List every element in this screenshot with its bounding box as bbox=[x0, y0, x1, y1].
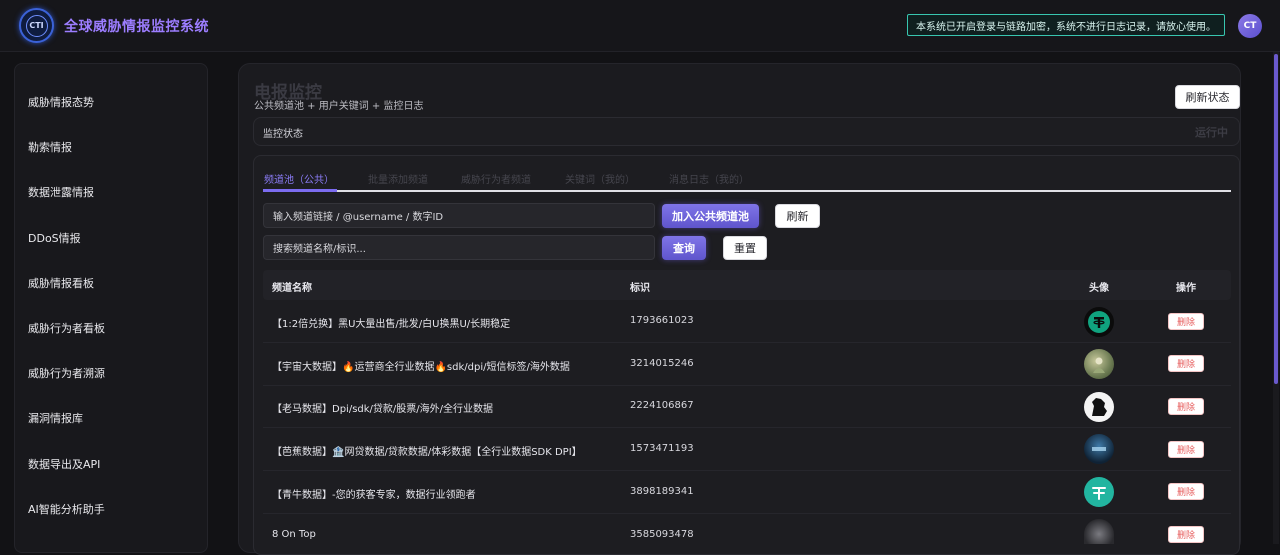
row-divider bbox=[263, 513, 1231, 514]
table-row-id: 2224106867 bbox=[630, 400, 694, 411]
table-row-id: 1573471193 bbox=[630, 443, 694, 454]
delete-button[interactable]: 删除 bbox=[1168, 313, 1204, 330]
table-row-name: 【芭蕉数据】🏦网贷数据/贷款数据/体彩数据【全行业数据SDK DPI】 bbox=[272, 447, 582, 458]
sidebar-item-ddos[interactable]: DDoS情报 bbox=[28, 230, 81, 246]
sidebar-item-vuln-db[interactable]: 漏洞情报库 bbox=[28, 410, 83, 426]
query-button[interactable]: 查询 bbox=[662, 236, 706, 260]
figure-image-icon bbox=[1093, 357, 1105, 373]
tab-message-log-mine[interactable]: 消息日志（我的） bbox=[669, 171, 749, 186]
column-header-name: 频道名称 bbox=[272, 283, 312, 294]
table-row-id: 3214015246 bbox=[630, 358, 694, 369]
channel-search-input[interactable]: 搜索频道名称/标识... bbox=[263, 235, 655, 260]
sidebar-item-data-leak[interactable]: 数据泄露情报 bbox=[28, 184, 94, 200]
row-divider bbox=[263, 427, 1231, 428]
row-divider bbox=[263, 342, 1231, 343]
column-header-id: 标识 bbox=[630, 283, 650, 294]
app-title: 全球威胁情报监控系统 bbox=[64, 19, 209, 35]
table-row-name: 【青牛数据】-您的获客专家，数据行业领跑者 bbox=[272, 490, 476, 501]
column-header-avatar: 头像 bbox=[1089, 283, 1109, 294]
table-row-name: 8 On Top bbox=[272, 529, 316, 540]
logo-text: CTI bbox=[25, 14, 48, 37]
channel-avatar bbox=[1084, 392, 1114, 422]
tether-icon bbox=[1088, 311, 1110, 333]
sidebar-item-ransomware[interactable]: 勒索情报 bbox=[28, 139, 72, 155]
table-row-id: 3585093478 bbox=[630, 529, 694, 540]
sidebar-item-threat-situation[interactable]: 威胁情报态势 bbox=[28, 94, 94, 110]
monitor-status-box bbox=[253, 117, 1240, 146]
channel-avatar bbox=[1084, 307, 1114, 337]
bull-logo-icon bbox=[1092, 487, 1106, 500]
sidebar-item-export-api[interactable]: 数据导出及API bbox=[28, 456, 100, 472]
sidebar bbox=[14, 63, 208, 553]
table-row-name: 【老马数据】Dpi/sdk/贷款/股票/海外/全行业数据 bbox=[272, 404, 494, 415]
row-divider bbox=[263, 470, 1231, 471]
monitor-status-label: 监控状态 bbox=[263, 129, 303, 140]
tab-threat-actor-channels[interactable]: 威胁行为者频道 bbox=[461, 171, 531, 186]
table-header bbox=[263, 270, 1231, 300]
security-notice: 本系统已开启登录与链路加密，系统不进行日志记录，请放心使用。 bbox=[907, 14, 1225, 36]
channel-link-input[interactable]: 输入频道链接 / @username / 数字ID bbox=[263, 203, 655, 228]
active-tab-indicator bbox=[263, 189, 337, 192]
tab-public-channel-pool[interactable]: 频道池（公共） bbox=[264, 171, 334, 186]
table-row-id: 3898189341 bbox=[630, 486, 694, 497]
table-row-id: 1793661023 bbox=[630, 315, 694, 326]
channel-avatar bbox=[1084, 434, 1114, 464]
tab-batch-add-channels[interactable]: 批量添加频道 bbox=[368, 171, 428, 186]
refresh-status-button[interactable]: 刷新状态 bbox=[1175, 85, 1240, 109]
reset-button[interactable]: 重置 bbox=[723, 236, 767, 260]
delete-button[interactable]: 删除 bbox=[1168, 483, 1204, 500]
delete-button[interactable]: 删除 bbox=[1168, 526, 1204, 543]
channel-avatar bbox=[1084, 519, 1114, 544]
page-scrollbar-thumb[interactable] bbox=[1274, 54, 1278, 384]
user-avatar[interactable]: CT bbox=[1238, 14, 1262, 38]
tab-keywords-mine[interactable]: 关键词（我的） bbox=[565, 171, 635, 186]
horse-silhouette-icon bbox=[1092, 398, 1107, 416]
delete-button[interactable]: 删除 bbox=[1168, 355, 1204, 372]
monitor-status-value: 运行中 bbox=[1195, 126, 1228, 139]
table-row-name: 【宇宙大数据】🔥运营商全行业数据🔥sdk/dpi/短信标签/海外数据 bbox=[272, 362, 570, 373]
tab-bar-underline bbox=[263, 190, 1231, 192]
channel-avatar bbox=[1084, 349, 1114, 379]
column-header-action: 操作 bbox=[1176, 283, 1196, 294]
app-logo[interactable]: CTI bbox=[19, 8, 54, 43]
table-row-name: 【1:2倍兑换】黑U大量出售/批发/白U换黑U/长期稳定 bbox=[272, 319, 511, 330]
sidebar-item-actor-trace[interactable]: 威胁行为者溯源 bbox=[28, 365, 105, 381]
row-divider bbox=[263, 385, 1231, 386]
refresh-button[interactable]: 刷新 bbox=[775, 204, 820, 228]
delete-button[interactable]: 删除 bbox=[1168, 398, 1204, 415]
channel-avatar bbox=[1084, 477, 1114, 507]
sidebar-item-ai-assistant[interactable]: AI智能分析助手 bbox=[28, 501, 105, 517]
page-subtitle: 公共频道池 + 用户关键词 + 监控日志 bbox=[254, 101, 424, 112]
data-logo-icon bbox=[1092, 447, 1106, 451]
delete-button[interactable]: 删除 bbox=[1168, 441, 1204, 458]
sidebar-item-actor-board[interactable]: 威胁行为者看板 bbox=[28, 320, 105, 336]
add-public-channel-button[interactable]: 加入公共频道池 bbox=[662, 204, 759, 228]
sidebar-item-threat-board[interactable]: 威胁情报看板 bbox=[28, 275, 94, 291]
